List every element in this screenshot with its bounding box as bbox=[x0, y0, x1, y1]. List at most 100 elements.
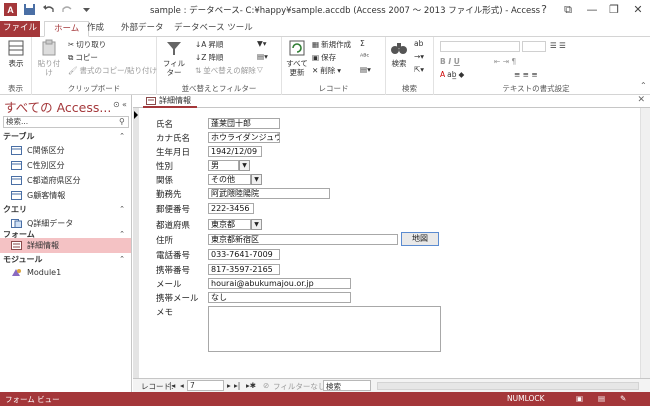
spelling-button[interactable]: ᴬᴮᶜ bbox=[360, 52, 369, 61]
form-scrollbar[interactable] bbox=[640, 108, 650, 378]
current-record-field[interactable]: 7 bbox=[187, 380, 224, 391]
close-button[interactable]: ✕ bbox=[626, 0, 650, 20]
nav-pane-title[interactable]: すべての Access... bbox=[4, 97, 111, 116]
nav-item-module[interactable]: Module1 bbox=[0, 265, 131, 280]
relation-combo[interactable]: その他 bbox=[208, 174, 251, 185]
filter-status[interactable]: フィルターなし bbox=[273, 381, 325, 392]
horizontal-scrollbar[interactable] bbox=[377, 382, 639, 390]
filter-button[interactable]: フィルター bbox=[160, 39, 188, 77]
name-field[interactable]: 蓬莱団十郎 bbox=[208, 118, 280, 129]
align-button[interactable]: ≡ ≡ ≡ bbox=[514, 70, 538, 79]
sort-ascending-icon: ↓A bbox=[195, 40, 207, 49]
toggle-filter-button[interactable]: ▽ bbox=[257, 65, 263, 74]
nav-item-table[interactable]: C関係区分 bbox=[0, 143, 131, 158]
restore-button[interactable]: ❐ bbox=[602, 0, 626, 20]
access-logo-icon: A bbox=[4, 3, 17, 16]
paste-button[interactable]: 貼り付け bbox=[36, 39, 62, 77]
undo-icon[interactable] bbox=[42, 3, 55, 16]
font-color-icon: A bbox=[440, 70, 446, 79]
close-document-icon[interactable]: ✕ bbox=[637, 95, 645, 105]
nav-item-table[interactable]: C性別区分 bbox=[0, 158, 131, 173]
sort-filter-group-label: 並べ替えとフィルター bbox=[181, 84, 257, 93]
design-view-icon[interactable]: ✎ bbox=[620, 394, 626, 403]
kana-field[interactable]: ホウライダンジュウ bbox=[208, 132, 280, 143]
nav-item-table[interactable]: G顧客情報 bbox=[0, 188, 131, 203]
birth-date-field[interactable]: 1942/12/09 bbox=[208, 146, 262, 157]
nav-menu-chevron-icon[interactable]: ⊙ bbox=[113, 100, 120, 109]
gender-combo[interactable]: 男 bbox=[208, 160, 239, 171]
remove-sort-button[interactable]: ⇅ 並べ替えの解除 bbox=[195, 65, 256, 76]
selection-filter-button[interactable]: ▼▾ bbox=[257, 39, 267, 48]
record-selector[interactable] bbox=[133, 108, 139, 378]
save-icon[interactable] bbox=[23, 3, 36, 16]
map-button[interactable]: 地図 bbox=[401, 232, 439, 246]
sort-ascending-button[interactable]: ↓A 昇順 bbox=[195, 39, 223, 50]
tab-database-tools[interactable]: データベース ツール bbox=[165, 21, 262, 37]
email-field[interactable]: hourai@abukumajou.or.jp bbox=[208, 278, 351, 289]
goto-button[interactable]: →▾ bbox=[414, 52, 424, 61]
tab-file[interactable]: ファイル bbox=[0, 21, 40, 37]
employer-field[interactable]: 阿武隈陸陽院 bbox=[208, 188, 330, 199]
layout-view-icon[interactable]: ▤ bbox=[598, 394, 605, 403]
zip-field[interactable]: 222-3456 bbox=[208, 203, 254, 214]
font-color-button[interactable]: Aab̲ ◆ bbox=[440, 70, 464, 79]
tab-external-data[interactable]: 外部データ bbox=[112, 21, 173, 37]
indent-button[interactable]: ⇤ ⇥ ¶ bbox=[494, 57, 516, 66]
phone-field[interactable]: 033-7641-7009 bbox=[208, 249, 280, 260]
chevron-down-icon: ▾ bbox=[337, 66, 342, 75]
nav-collapse-icon[interactable]: « bbox=[122, 100, 127, 109]
new-record-nav-icon[interactable]: ▸✱ bbox=[246, 381, 256, 390]
minimize-button[interactable]: — bbox=[580, 0, 604, 20]
collapse-ribbon-icon[interactable]: ⌃ bbox=[640, 81, 647, 90]
customize-qat-icon[interactable] bbox=[80, 3, 93, 16]
bold-button[interactable]: B I U bbox=[440, 57, 460, 66]
nav-section-tables[interactable]: テーブル ⌃ bbox=[0, 130, 131, 143]
bullets-button[interactable]: ☰ ☰ bbox=[550, 41, 566, 50]
prev-record-icon[interactable]: ◂ bbox=[180, 381, 184, 390]
relation-dropdown-icon[interactable]: ▼ bbox=[251, 174, 262, 185]
advanced-filter-button[interactable]: ▤▾ bbox=[257, 52, 268, 61]
font-size-select[interactable] bbox=[522, 41, 546, 52]
nav-search-input[interactable]: 検索... bbox=[3, 116, 129, 128]
pref-dropdown-icon[interactable]: ▼ bbox=[251, 219, 262, 230]
delete-record-button[interactable]: ✕ 削除 ▾ bbox=[312, 65, 341, 76]
cut-button[interactable]: ✂ 切り取り bbox=[68, 39, 106, 50]
last-record-icon[interactable]: ▸| bbox=[234, 381, 240, 390]
document-tab[interactable]: 詳細情報 bbox=[143, 95, 197, 108]
help-button[interactable]: ? bbox=[532, 0, 556, 20]
memo-field[interactable] bbox=[208, 306, 441, 352]
ribbon-display-options-icon[interactable]: ⧉ bbox=[556, 0, 580, 20]
pref-combo[interactable]: 東京都 bbox=[208, 219, 251, 230]
refresh-all-button[interactable]: すべて更新 bbox=[284, 39, 310, 77]
nav-section-queries[interactable]: クエリ ⌃ bbox=[0, 203, 131, 216]
text-format-group-label: テキストの書式設定 bbox=[502, 84, 570, 93]
chevron-up-icon: ⌃ bbox=[119, 205, 125, 213]
totals-button[interactable]: Σ bbox=[360, 39, 365, 48]
font-family-select[interactable] bbox=[440, 41, 520, 52]
address-field[interactable]: 東京都新宿区 bbox=[208, 234, 398, 245]
mobile-email-field[interactable]: なし bbox=[208, 292, 351, 303]
gender-dropdown-icon[interactable]: ▼ bbox=[239, 160, 250, 171]
first-record-icon[interactable]: |◂ bbox=[169, 381, 175, 390]
copy-button[interactable]: ⧉ コピー bbox=[68, 52, 98, 63]
nav-item-table[interactable]: C都道府県区分 bbox=[0, 173, 131, 188]
redo-icon[interactable] bbox=[61, 3, 74, 16]
nav-item-label: C都道府県区分 bbox=[27, 176, 81, 185]
next-record-icon[interactable]: ▸ bbox=[227, 381, 231, 390]
new-record-button[interactable]: ▦ 新規作成 bbox=[312, 39, 351, 50]
find-button[interactable]: 検索 bbox=[388, 39, 410, 68]
view-button[interactable]: 表示 bbox=[5, 39, 27, 68]
save-record-button[interactable]: ▣ 保存 bbox=[312, 52, 336, 63]
replace-button[interactable]: ab bbox=[414, 39, 423, 48]
more-records-button[interactable]: ▤▾ bbox=[360, 65, 371, 74]
sigma-icon: Σ bbox=[360, 39, 365, 48]
select-button[interactable]: ⇱▾ bbox=[414, 65, 424, 74]
tab-create[interactable]: 作成 bbox=[78, 21, 113, 37]
sort-descending-button[interactable]: ↓Z 降順 bbox=[195, 52, 223, 63]
form-view-icon[interactable]: ▣ bbox=[576, 394, 583, 403]
record-search-input[interactable]: 検索 bbox=[323, 380, 371, 391]
mobile-field[interactable]: 817-3597-2165 bbox=[208, 264, 280, 275]
nav-item-form-selected[interactable]: 詳細情報 bbox=[0, 238, 131, 253]
format-painter-button[interactable]: 🖌 書式のコピー/貼り付け bbox=[68, 65, 157, 76]
remove-sort-icon: ⇅ bbox=[195, 66, 202, 75]
